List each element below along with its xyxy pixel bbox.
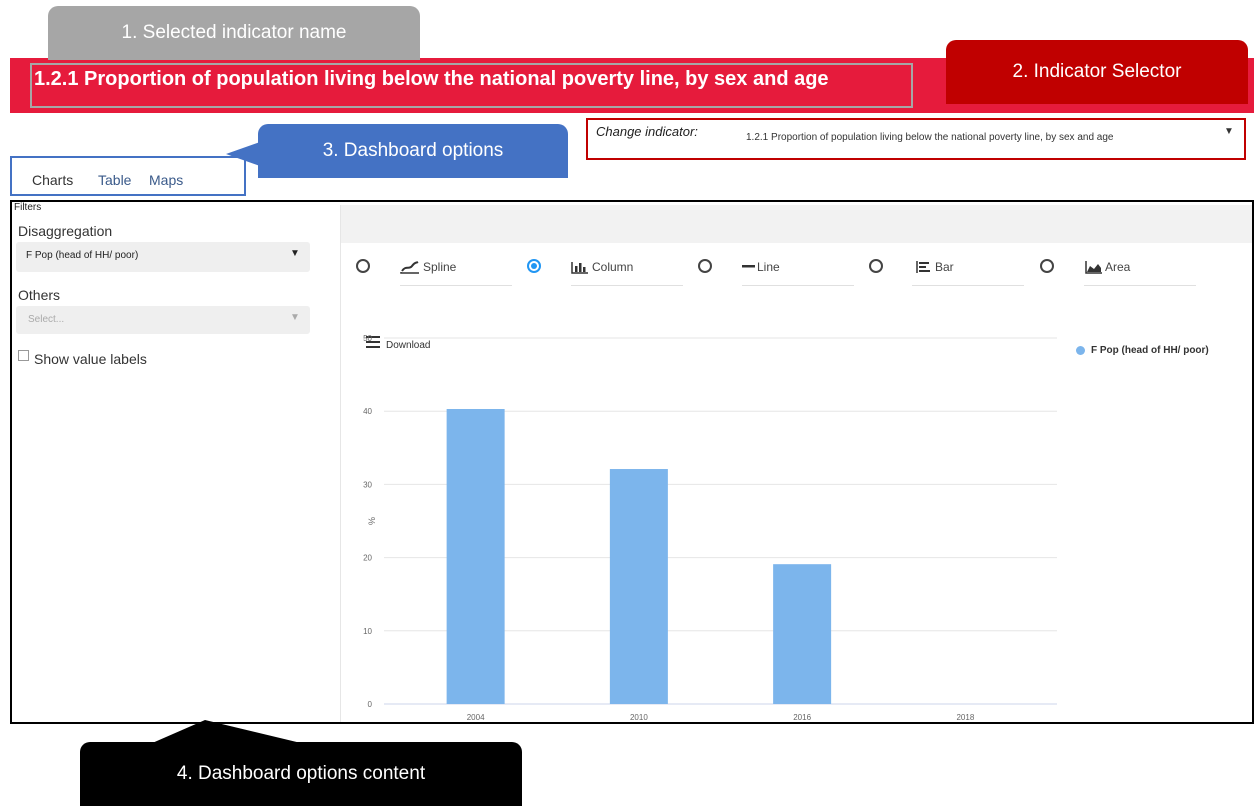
bar-2010[interactable] bbox=[609, 469, 668, 704]
y-tick-label: 0 bbox=[368, 700, 373, 709]
bar-2016[interactable] bbox=[773, 564, 832, 704]
x-tick-label: 2016 bbox=[793, 713, 811, 722]
y-axis-label: % bbox=[367, 516, 378, 526]
y-tick-label: 30 bbox=[363, 480, 372, 489]
callout-dashboard-options-content: 4. Dashboard options content bbox=[80, 742, 522, 806]
x-tick-label: 2004 bbox=[467, 713, 485, 722]
column-chart: 0 10 20 30 40 50 2004 2010 2016 2018 bbox=[363, 334, 1057, 722]
x-tick-label: 2018 bbox=[956, 713, 974, 722]
callout-dashboard-options-content-pointer bbox=[150, 720, 305, 744]
y-tick-label: 10 bbox=[363, 627, 372, 636]
y-tick-label: 40 bbox=[363, 407, 372, 416]
x-tick-label: 2010 bbox=[630, 713, 648, 722]
y-tick-label: 50 bbox=[363, 334, 372, 343]
bar-2004[interactable] bbox=[446, 409, 505, 704]
y-tick-label: 20 bbox=[363, 554, 372, 563]
